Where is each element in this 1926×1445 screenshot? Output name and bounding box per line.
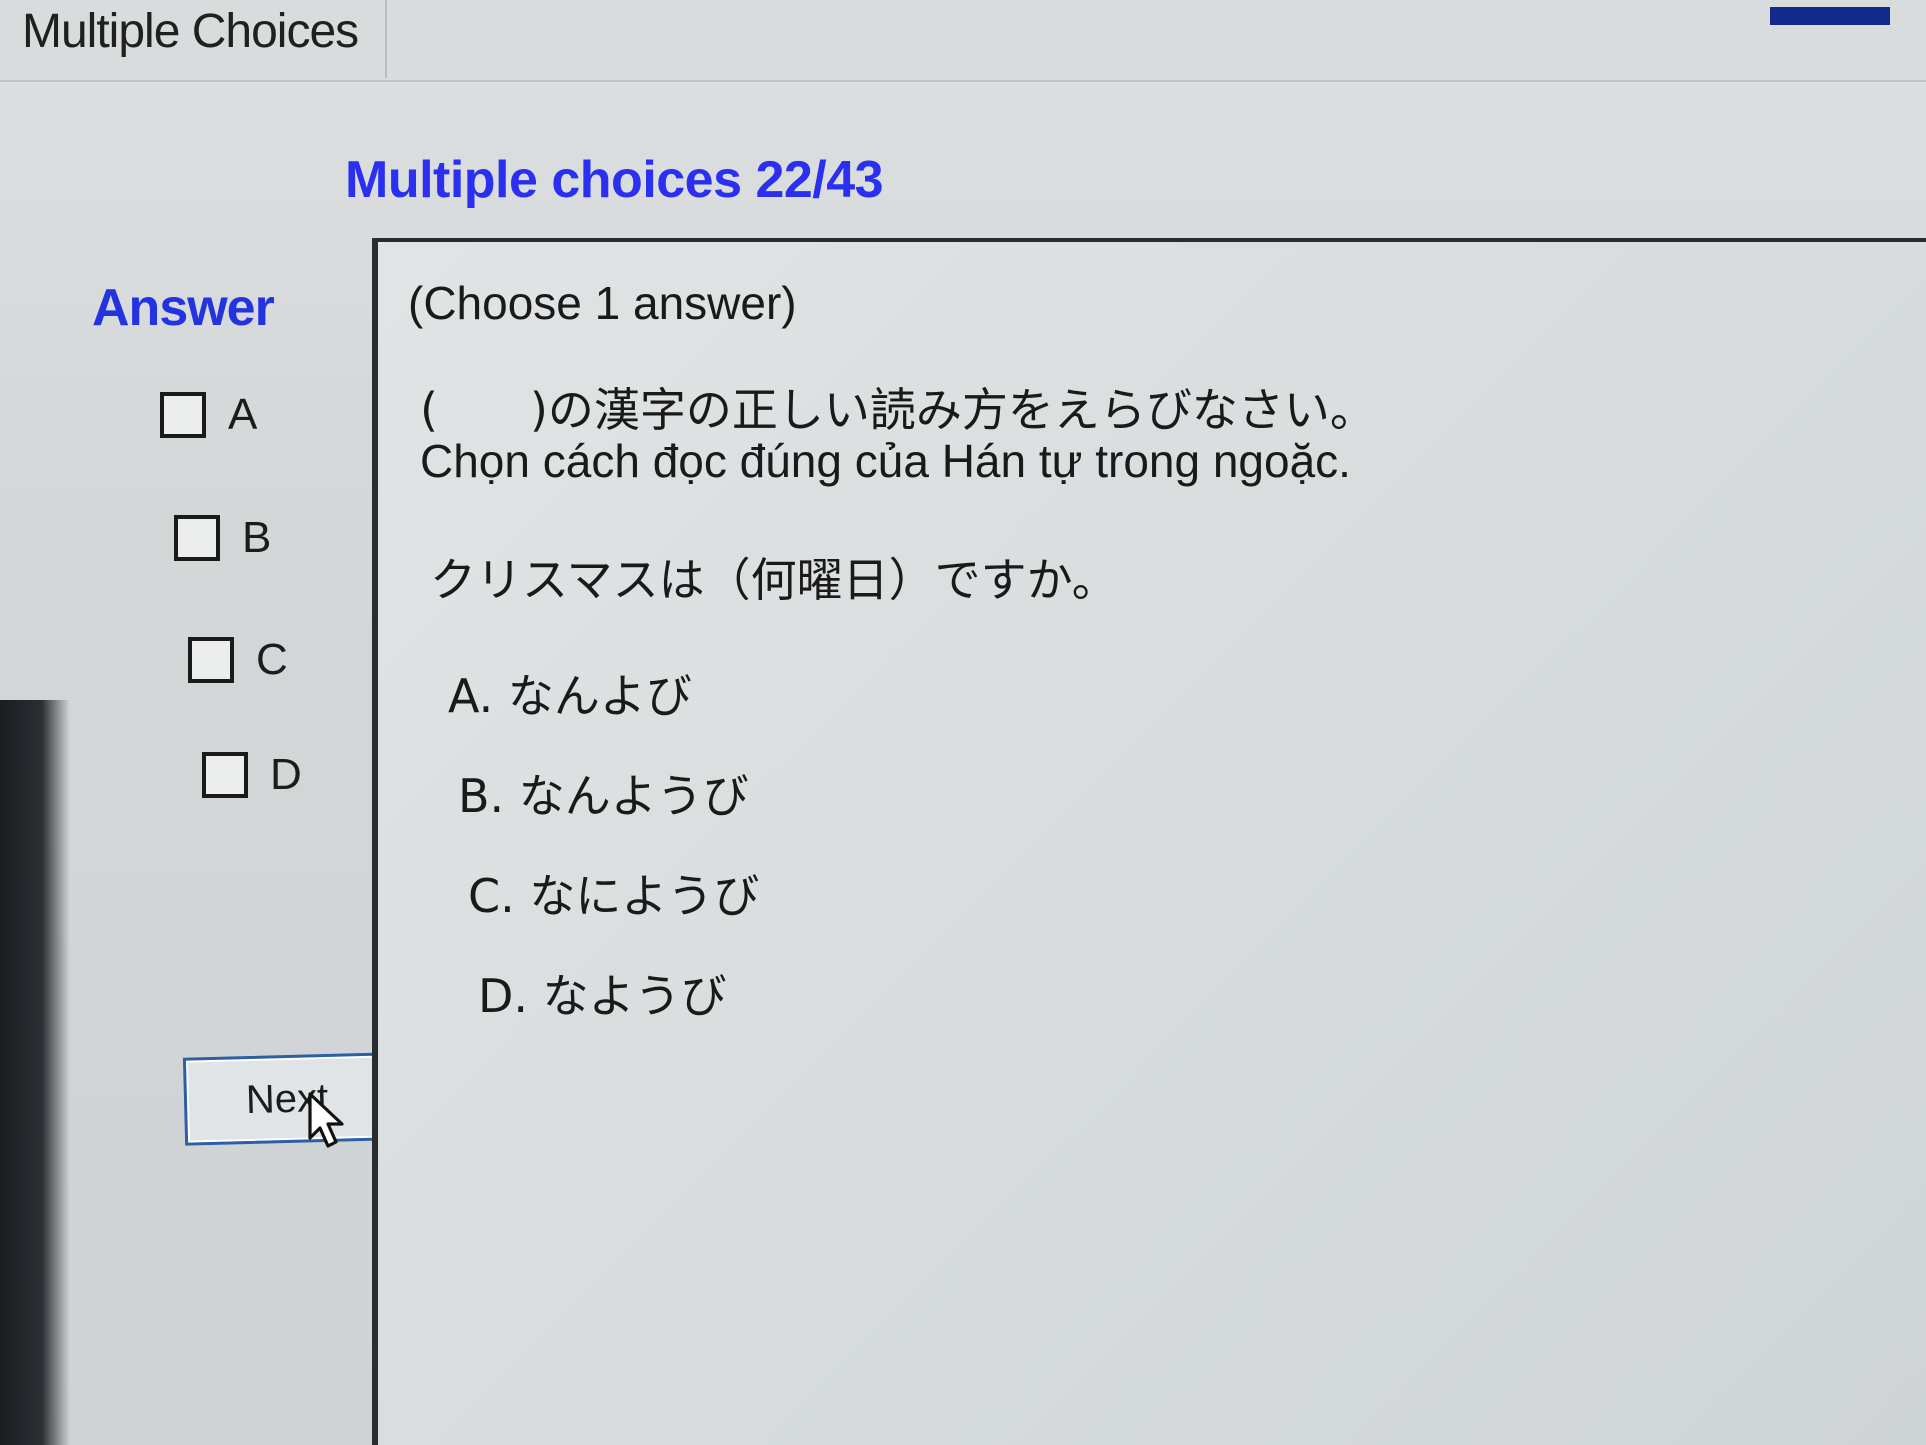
question-prompt-vi: Chọn cách đọc đúng của Hán tự trong ngoặ… [420,435,1351,487]
answer-option-a[interactable]: A [160,385,257,445]
answer-option-c[interactable]: C [188,630,288,690]
question-instruction: (Choose 1 answer) [408,277,797,329]
question-panel: (Choose 1 answer) ( )の漢字の正しい読み方をえらびなさい。 … [372,238,1926,1445]
checkbox-b[interactable] [174,515,220,561]
answer-option-label: C [256,635,288,684]
question-choice-d: D. なようび [478,969,727,1023]
question-choice-a: A. なんよび [448,669,692,723]
title-bar: Multiple Choices ▬▬ [0,0,1926,82]
checkbox-a[interactable] [160,392,206,438]
answer-option-b[interactable]: B [174,508,271,568]
next-button[interactable]: Next [182,1052,392,1146]
answer-option-d[interactable]: D [202,745,302,805]
mouse-pointer-icon [308,1092,344,1148]
question-stem: クリスマスは（何曜日）ですか。 [430,553,1118,607]
title-divider [385,0,387,78]
question-choice-b: B. なんようび [458,769,749,823]
answer-option-label: B [242,513,272,562]
monitor-edge-shadow [0,700,70,1445]
window-title: Multiple Choices [22,5,359,58]
checkbox-d[interactable] [202,752,248,798]
question-choice-c: C. なにようび [468,869,760,923]
checkbox-c[interactable] [188,637,234,683]
quiz-window: Multiple Choices ▬▬ Multiple choices 22/… [0,0,1926,1445]
answer-label: Answer [92,279,275,337]
progress-heading: Multiple choices 22/43 [345,151,884,209]
answer-option-label: D [270,750,302,799]
answer-option-label: A [228,390,258,439]
question-prompt-ja: ( )の漢字の正しい読み方をえらびなさい。 [420,383,1376,437]
corner-logo: ▬▬ [1770,0,1890,38]
